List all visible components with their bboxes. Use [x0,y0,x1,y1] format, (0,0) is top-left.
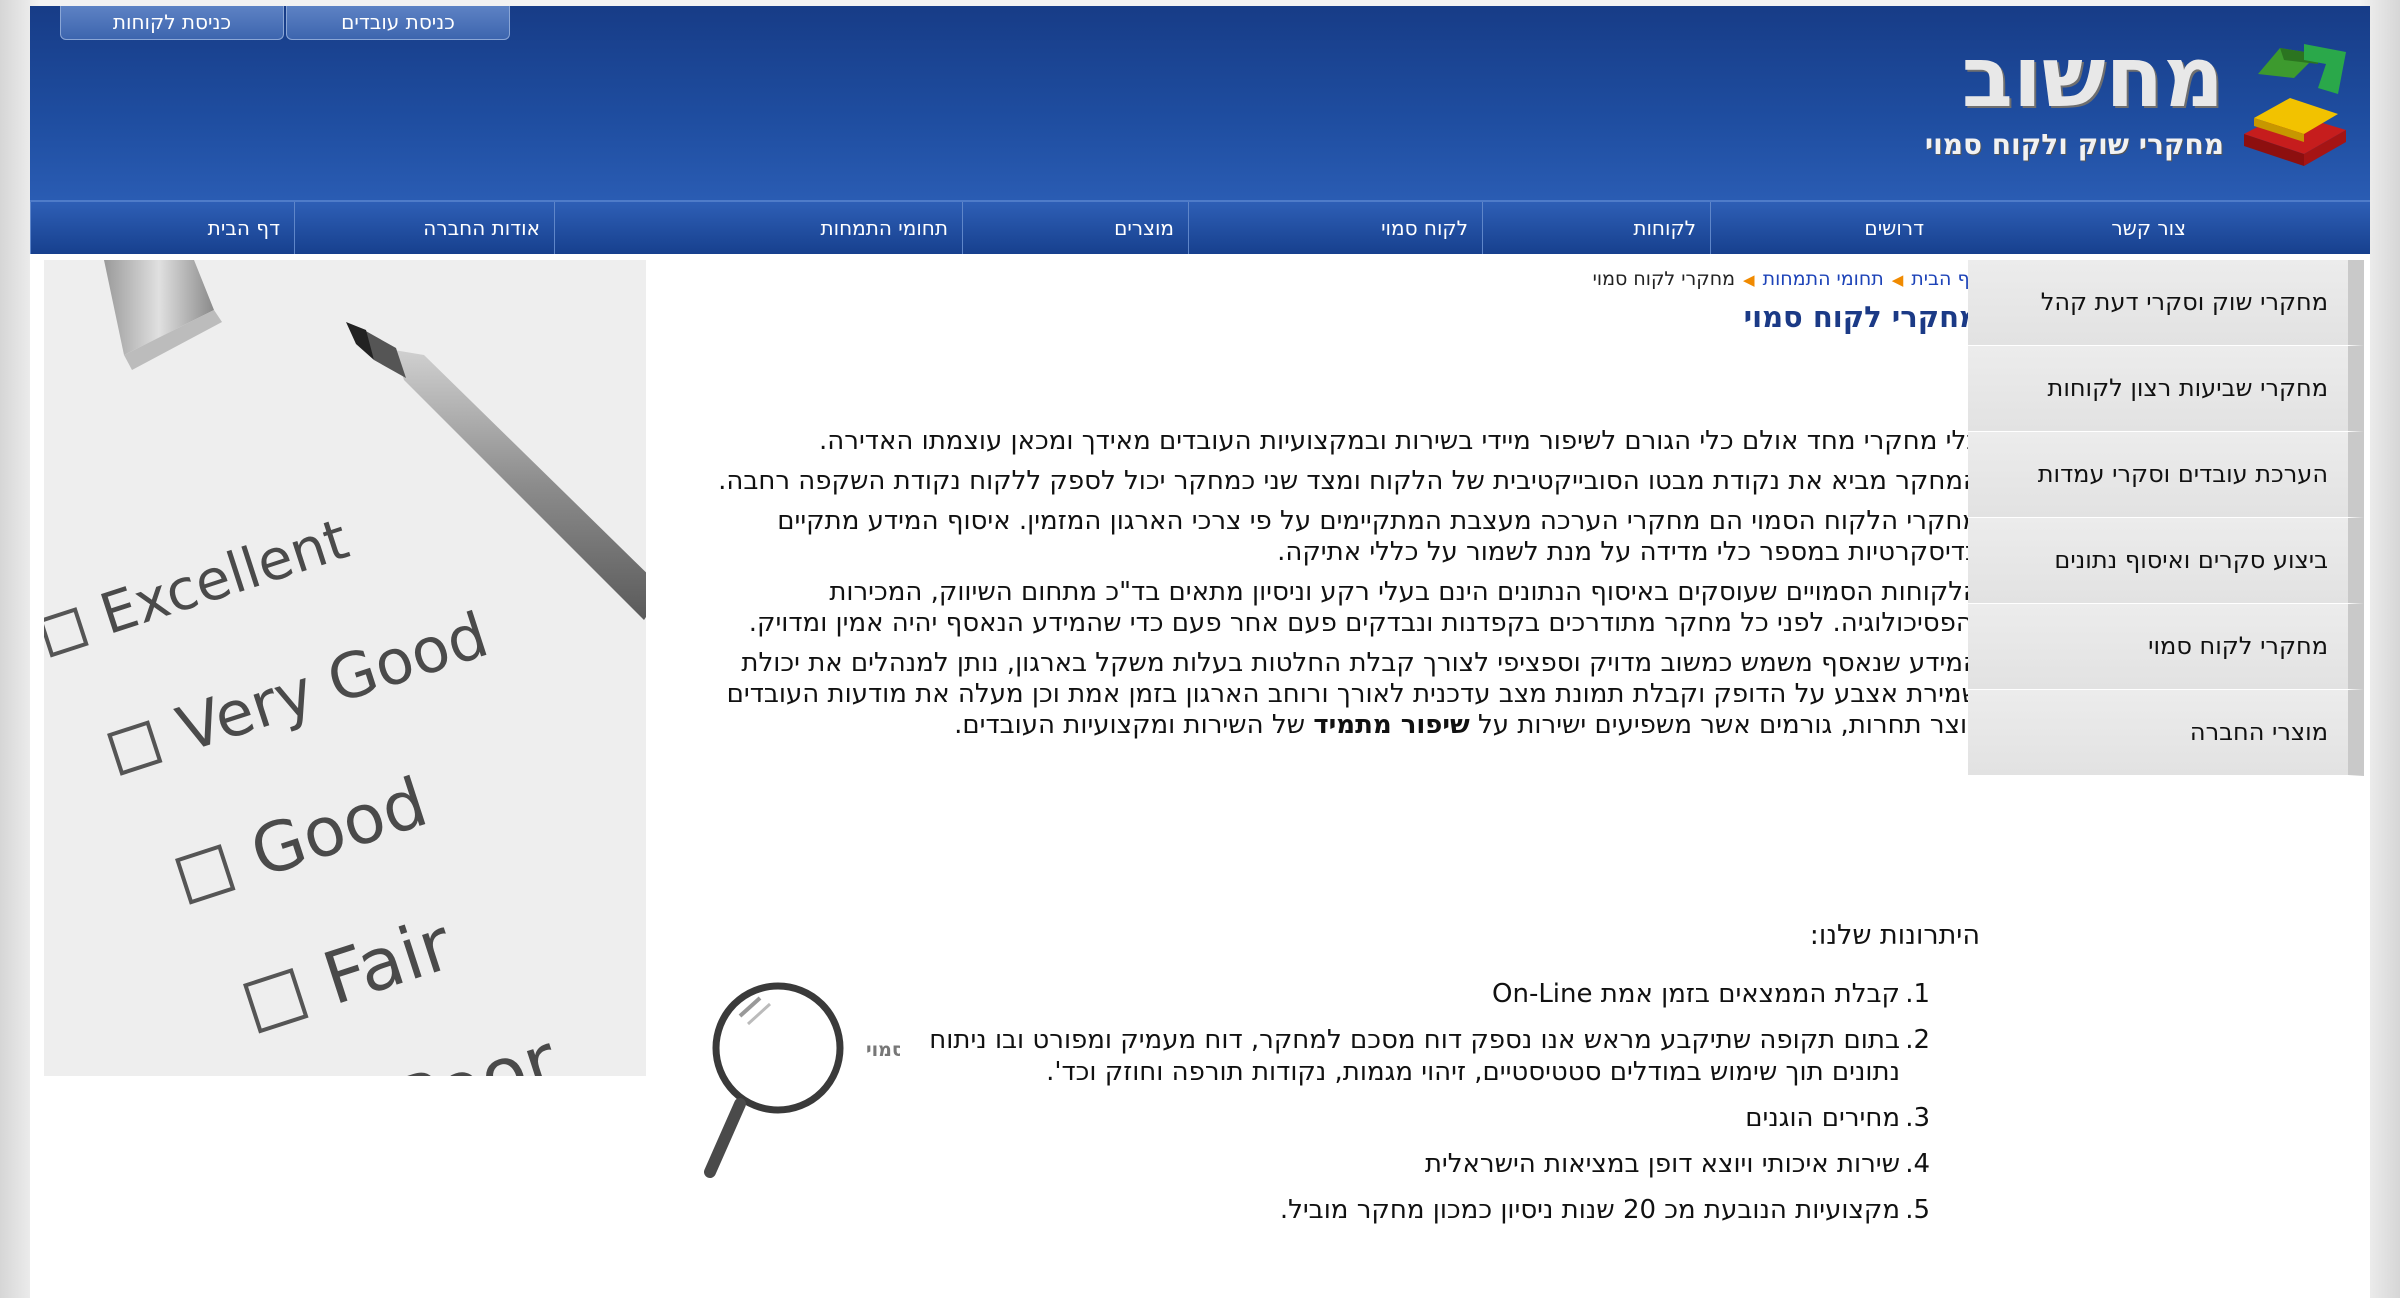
list-item-text: מחירים הוגנים [1745,1103,1900,1133]
top-links: כניסת לקוחות כניסת עובדים [60,6,512,40]
list-number: 5. [1905,1195,1930,1225]
paragraph: המחקר מביא את נקודת מבטו הסובייקטיבית של… [718,466,1980,496]
sidebar-item-mystery-shopper[interactable]: מחקרי לקוח סמוי [1968,604,2364,690]
main-content: דף הבית◀תחומי התמחות◀מחקרי לקוח סמוי מחק… [660,260,1980,1290]
paragraph-text: של השירות ומקצועיות העובדים. [954,710,1314,740]
page: כניסת לקוחות כניסת עובדים מחשוב מחקרי שו… [30,6,2370,1298]
logo-text: מחשוב [1961,28,2224,126]
sidebar-item-customer-satisfaction[interactable]: מחקרי שביעות רצון לקוחות [1968,346,2364,432]
logo-subtitle: מחקרי שוק ולקוח סמוי [1924,128,2224,161]
customer-login-link[interactable]: כניסת לקוחות [60,6,284,40]
nav-mystery-shopper[interactable]: לקוח סמוי [1188,202,1482,254]
list-number: 3. [1905,1103,1930,1133]
list-item: 2. בתום תקופה שתיקבע מראש אנו נספק דוח מס… [890,1024,1930,1088]
sidebar-item-market-research[interactable]: מחקרי שוק וסקרי דעת קהל [1968,260,2364,346]
list-item: 4. שירות איכותי ויוצא דופן במציאות הישראל… [890,1148,1930,1180]
list-item-text: בתום תקופה שתיקבע מראש אנו נספק דוח מסכם… [929,1025,1900,1087]
nav-expertise[interactable]: תחומי התמחות [554,202,962,254]
list-item: 3. מחירים הוגנים [890,1102,1930,1134]
survey-checklist-image: Excellent Very Good Good Fair Poor [44,260,646,1076]
breadcrumb-section[interactable]: תחומי התמחות [1763,268,1884,290]
sidebar: מחקרי שוק וסקרי דעת קהל מחקרי שביעות רצו… [1968,260,2364,776]
nav-products[interactable]: מוצרים [962,202,1188,254]
main-nav: דף הבית אודות החברה תחומי התמחות מוצרים … [30,200,2370,254]
nav-home[interactable]: דף הבית [30,202,294,254]
paragraph: המידע שנאסף משמש כמשוב מדויק וספציפי לצו… [690,648,1980,741]
sidebar-item-surveys[interactable]: ביצוע סקרים ואיסוף נתונים [1968,518,2364,604]
breadcrumb-current: מחקרי לקוח סמוי [1592,268,1736,290]
nav-contact[interactable]: צור קשר [1938,202,2200,254]
page-title: מחקרי לקוח סמוי [1743,300,1980,334]
nav-about[interactable]: אודות החברה [294,202,554,254]
magnifier-icon: לקוח סמוי [704,982,900,1178]
breadcrumb: דף הבית◀תחומי התמחות◀מחקרי לקוח סמוי [1593,268,1980,290]
magnifier-label: לקוח סמוי [866,1039,900,1061]
nav-clients[interactable]: לקוחות [1482,202,1710,254]
list-item: 1. קבלת הממצאים בזמן אמת On-Line [890,978,1930,1010]
breadcrumb-arrow-icon: ◀ [1891,271,1904,289]
paragraph-emphasis: שיפור מתמיד [1313,710,1470,740]
site-header: כניסת לקוחות כניסת עובדים מחשוב מחקרי שו… [30,6,2370,200]
advantages-list: 1. קבלת הממצאים בזמן אמת On-Line 2. בתום ת… [890,978,1930,1240]
list-number: 4. [1905,1149,1930,1179]
site-logo[interactable]: מחשוב מחקרי שוק ולקוח סמוי [1872,28,2352,178]
list-item-text: מקצועיות הנובעת מכ 20 שנות ניסיון כמכון … [1279,1195,1900,1225]
paragraph: כלי מחקרי מחד אולם כלי הגורם לשיפור מייד… [819,426,1980,456]
paragraph: הלקוחות הסמויים שעוסקים באיסוף הנתונים ה… [748,577,1980,638]
employee-login-link[interactable]: כניסת עובדים [286,6,510,40]
survey-checklist-illustration: Excellent Very Good Good Fair Poor [44,260,646,1076]
sidebar-item-products[interactable]: מוצרי החברה [1968,690,2364,776]
paragraph: מחקרי הלקוח הסמוי הם מחקרי הערכה מעצבת ה… [777,506,1980,567]
logo-emblem-icon [2244,44,2346,166]
nav-jobs[interactable]: דרושים [1710,202,1938,254]
list-item-text: קבלת הממצאים בזמן אמת On-Line [1492,979,1900,1009]
breadcrumb-arrow-icon: ◀ [1743,271,1755,289]
list-number: 2. [1905,1025,1930,1055]
sidebar-item-employee-evaluation[interactable]: הערכת עובדים וסקרי עמדות [1968,432,2364,518]
intro-paragraphs: כלי מחקרי מחד אולם כלי הגורם לשיפור מייד… [690,426,1980,750]
advantages-heading: היתרונות שלנו: [1809,920,1980,951]
list-item: 5. מקצועיות הנובעת מכ 20 שנות ניסיון כמכו… [890,1194,1930,1226]
list-item-text: שירות איכותי ויוצא דופן במציאות הישראלית [1424,1149,1900,1179]
list-number: 1. [1905,979,1930,1009]
